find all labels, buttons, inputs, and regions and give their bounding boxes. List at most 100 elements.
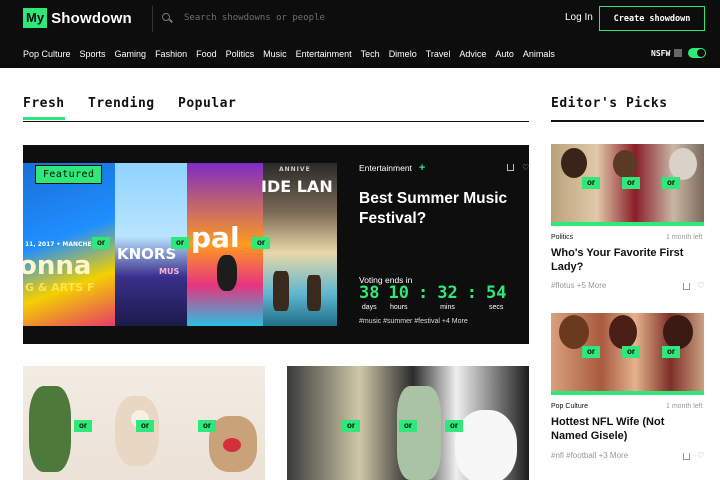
tab-fresh[interactable]: Fresh [23, 96, 65, 120]
editors-pick-category[interactable]: Politics [551, 234, 573, 241]
shoe-green [29, 386, 71, 472]
nsfw-control: NSFW [651, 48, 707, 58]
share-icon[interactable] [507, 164, 514, 171]
portrait-hair [559, 315, 589, 349]
portrait-hair [613, 150, 637, 178]
share-icon[interactable] [683, 283, 690, 290]
featured-category[interactable]: Entertainment + [359, 162, 425, 174]
nav-item-fashion[interactable]: Fashion [155, 49, 187, 59]
tab-trending[interactable]: Trending [88, 96, 155, 111]
nav-item-music[interactable]: Music [263, 49, 287, 59]
or-badge: or [622, 346, 640, 358]
heart-icon[interactable]: ♡ [697, 451, 704, 460]
or-badge: or [662, 177, 680, 189]
editors-pick-title[interactable]: Who's Your Favorite First Lady? [551, 247, 704, 274]
dancer-figure [217, 255, 237, 291]
or-badge: or [198, 420, 216, 432]
gown-green [397, 386, 441, 480]
nav-item-politics[interactable]: Politics [226, 49, 255, 59]
nav-item-gaming[interactable]: Gaming [115, 49, 147, 59]
editors-pick-image[interactable]: or or or [551, 144, 704, 222]
red-carpet-showdown-image[interactable]: or or or [287, 366, 529, 480]
portrait-hair [609, 315, 637, 349]
create-showdown-button[interactable]: Create showdown [599, 6, 705, 31]
featured-tags[interactable]: #music #summer #festival +4 More [359, 318, 468, 325]
or-badge: or [582, 177, 600, 189]
or-badge: or [92, 237, 110, 249]
search-bar [162, 8, 462, 28]
follow-plus-icon[interactable]: + [419, 162, 425, 174]
portrait-hair [663, 315, 693, 349]
nav-item-animals[interactable]: Animals [523, 49, 555, 59]
or-badge: or [171, 237, 189, 249]
nav-item-pop-culture[interactable]: Pop Culture [23, 49, 71, 59]
shoes-showdown-image[interactable]: or or or [23, 366, 265, 480]
featured-category-label: Entertainment [359, 163, 412, 173]
nsfw-info-icon [674, 49, 683, 57]
heart-icon[interactable]: ♡ [522, 163, 529, 172]
heart-icon[interactable]: ♡ [697, 281, 704, 290]
or-badge: or [582, 346, 600, 358]
or-badge: or [399, 420, 417, 432]
or-badge: or [342, 420, 360, 432]
search-input[interactable] [184, 13, 454, 23]
editors-pick-time: 1 month left [666, 403, 703, 410]
nav-item-advice[interactable]: Advice [459, 49, 486, 59]
editors-pick-time: 1 month left [666, 234, 703, 241]
countdown-hours: 10 hours [388, 283, 409, 311]
portrait-hair [669, 148, 697, 180]
editors-pick-title[interactable]: Hottest NFL Wife (Not Named Gisele) [551, 416, 704, 443]
shoe-rose [223, 438, 241, 452]
featured-showdown[interactable]: 11, 2017 • MANCHE onna G & ARTS F KNORS … [23, 145, 529, 344]
nav-item-food[interactable]: Food [196, 49, 217, 59]
nav-item-tech[interactable]: Tech [361, 49, 380, 59]
nav-item-entertainment[interactable]: Entertainment [296, 49, 352, 59]
or-badge: or [74, 420, 92, 432]
editors-pick-category[interactable]: Pop Culture [551, 403, 588, 410]
editors-picks-underline [551, 120, 704, 122]
editors-pick-tags[interactable]: #flotus +5 More [551, 281, 606, 290]
share-icon[interactable] [683, 453, 690, 460]
countdown-days: 38 days [359, 283, 380, 311]
festival-panel-4: ANNIVE IDE LAN [261, 163, 337, 326]
or-badge: or [445, 420, 463, 432]
feed-tabs: Fresh Trending Popular [23, 96, 529, 122]
nav-item-dimelo[interactable]: Dimelo [389, 49, 417, 59]
featured-badge: Featured [35, 165, 103, 184]
countdown-separator: : [466, 283, 477, 303]
nav-item-sports[interactable]: Sports [80, 49, 106, 59]
category-nav: Pop Culture Sports Gaming Fashion Food P… [23, 49, 564, 59]
header-divider [152, 6, 153, 32]
featured-image-collage[interactable]: 11, 2017 • MANCHE onna G & ARTS F KNORS … [23, 163, 337, 326]
tab-popular[interactable]: Popular [178, 96, 236, 111]
countdown-timer: 38 days 10 hours : 32 mins : 54 secs [359, 283, 515, 311]
search-icon[interactable] [162, 13, 172, 23]
windmill-right [307, 275, 321, 311]
editors-pick-accent-bar [551, 391, 704, 395]
nsfw-toggle[interactable] [688, 48, 707, 58]
countdown-mins: 32 mins [437, 283, 458, 311]
countdown-separator: : [417, 283, 429, 303]
or-badge: or [252, 237, 270, 249]
countdown-secs: 54 secs [485, 283, 507, 311]
logo-name: Showdown [51, 9, 132, 27]
top-header: My Showdown Log In Create showdown Pop C… [0, 0, 720, 68]
or-badge: or [622, 177, 640, 189]
login-link[interactable]: Log In [565, 12, 593, 23]
nsfw-label: NSFW [651, 48, 671, 58]
nav-item-travel[interactable]: Travel [426, 49, 451, 59]
featured-title[interactable]: Best Summer Music Festival? [359, 189, 519, 229]
gown-white [455, 410, 517, 480]
editors-pick-tags[interactable]: #nfl #football +3 More [551, 451, 628, 460]
editors-picks-title: Editor's Picks [551, 96, 668, 111]
featured-info: Entertainment + ♡ Best Summer Music Fest… [359, 145, 529, 344]
nav-item-auto[interactable]: Auto [495, 49, 514, 59]
or-badge: or [662, 346, 680, 358]
logo[interactable]: My Showdown [23, 7, 132, 29]
logo-my: My [23, 8, 48, 28]
editors-pick-image[interactable]: or or or [551, 313, 704, 391]
windmill-left [273, 271, 289, 311]
portrait-hair [561, 148, 587, 178]
editors-pick-accent-bar [551, 222, 704, 226]
or-badge: or [136, 420, 154, 432]
